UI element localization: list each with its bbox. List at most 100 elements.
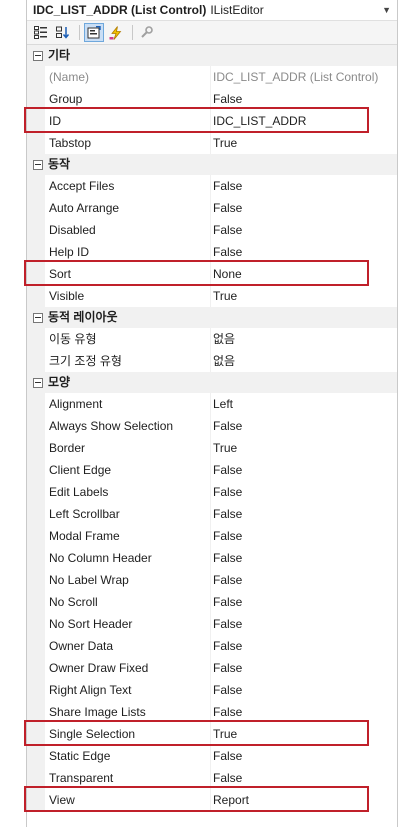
property-name: Owner Draw Fixed <box>45 657 211 679</box>
row-gutter <box>27 328 45 350</box>
property-value[interactable]: None <box>211 263 397 285</box>
property-row-no-scroll[interactable]: No Scroll False <box>27 591 397 613</box>
property-value[interactable]: False <box>211 745 397 767</box>
property-value[interactable]: False <box>211 525 397 547</box>
property-name: No Scroll <box>45 591 211 613</box>
property-value[interactable]: Left <box>211 393 397 415</box>
property-name: Border <box>45 437 211 459</box>
property-row-sort[interactable]: Sort None <box>27 263 397 285</box>
property-value[interactable]: IDC_LIST_ADDR <box>211 110 397 132</box>
property-name: Visible <box>45 285 211 307</box>
row-gutter <box>27 481 45 503</box>
row-gutter <box>27 88 45 110</box>
row-gutter <box>27 437 45 459</box>
property-value[interactable]: False <box>211 175 397 197</box>
alphabetical-button[interactable] <box>53 23 73 42</box>
row-gutter <box>27 569 45 591</box>
property-value[interactable]: False <box>211 241 397 263</box>
property-value[interactable]: True <box>211 132 397 154</box>
property-row-auto-arrange[interactable]: Auto Arrange False <box>27 197 397 219</box>
collapse-icon[interactable] <box>33 377 43 388</box>
row-gutter <box>27 350 45 372</box>
property-row-border[interactable]: Border True <box>27 437 397 459</box>
row-gutter <box>27 635 45 657</box>
properties-icon <box>87 26 101 39</box>
property-value[interactable]: True <box>211 285 397 307</box>
property-value[interactable]: False <box>211 657 397 679</box>
property-row-disabled[interactable]: Disabled False <box>27 219 397 241</box>
property-row-transparent[interactable]: Transparent False <box>27 767 397 789</box>
property-name: Right Align Text <box>45 679 211 701</box>
property-row-share-image-lists[interactable]: Share Image Lists False <box>27 701 397 723</box>
property-value[interactable]: False <box>211 547 397 569</box>
property-row-no-column-header[interactable]: No Column Header False <box>27 547 397 569</box>
collapse-icon[interactable] <box>33 312 43 323</box>
property-value[interactable]: False <box>211 459 397 481</box>
property-value[interactable]: False <box>211 613 397 635</box>
row-gutter <box>27 285 45 307</box>
category-header[interactable]: 동작 <box>27 154 397 175</box>
chevron-down-icon[interactable]: ▼ <box>382 0 391 20</box>
property-row-static-edge[interactable]: Static Edge False <box>27 745 397 767</box>
property-row-right-align-text[interactable]: Right Align Text False <box>27 679 397 701</box>
property-value[interactable]: IDC_LIST_ADDR (List Control) <box>211 66 397 88</box>
property-row-item[interactable]: 크기 조정 유형 없음 <box>27 350 397 372</box>
categorized-button[interactable] <box>31 23 51 42</box>
category-header[interactable]: 모양 <box>27 372 397 393</box>
property-value[interactable]: False <box>211 679 397 701</box>
property-name: View <box>45 789 211 811</box>
row-gutter <box>27 701 45 723</box>
property-value[interactable]: True <box>211 437 397 459</box>
property-row-name[interactable]: (Name) IDC_LIST_ADDR (List Control) <box>27 66 397 88</box>
property-row-accept-files[interactable]: Accept Files False <box>27 175 397 197</box>
property-value[interactable]: False <box>211 767 397 789</box>
row-gutter <box>27 197 45 219</box>
property-row-modal-frame[interactable]: Modal Frame False <box>27 525 397 547</box>
category-header[interactable]: 동적 레이아웃 <box>27 307 397 328</box>
property-name: Auto Arrange <box>45 197 211 219</box>
property-value[interactable]: 없음 <box>211 350 397 372</box>
category-header[interactable]: 기타 <box>27 45 397 66</box>
property-value[interactable]: False <box>211 503 397 525</box>
property-row-id[interactable]: ID IDC_LIST_ADDR <box>27 110 397 132</box>
object-selector[interactable]: IDC_LIST_ADDR (List Control) IListEditor … <box>27 0 397 21</box>
property-value[interactable]: False <box>211 701 397 723</box>
row-gutter <box>27 219 45 241</box>
properties-button[interactable] <box>84 23 104 42</box>
property-value[interactable]: False <box>211 88 397 110</box>
property-value[interactable]: False <box>211 197 397 219</box>
property-row-client-edge[interactable]: Client Edge False <box>27 459 397 481</box>
property-value[interactable]: Report <box>211 789 397 811</box>
property-row-help-id[interactable]: Help ID False <box>27 241 397 263</box>
property-row-alignment[interactable]: Alignment Left <box>27 393 397 415</box>
property-row-no-label-wrap[interactable]: No Label Wrap False <box>27 569 397 591</box>
property-name: Help ID <box>45 241 211 263</box>
property-row-owner-data[interactable]: Owner Data False <box>27 635 397 657</box>
property-pages-button[interactable] <box>137 23 157 42</box>
property-row-view[interactable]: View Report <box>27 789 397 811</box>
property-row-no-sort-header[interactable]: No Sort Header False <box>27 613 397 635</box>
property-value[interactable]: False <box>211 219 397 241</box>
property-value[interactable]: False <box>211 481 397 503</box>
property-value[interactable]: 없음 <box>211 328 397 350</box>
property-value[interactable]: True <box>211 723 397 745</box>
property-value[interactable]: False <box>211 415 397 437</box>
property-value[interactable]: False <box>211 635 397 657</box>
property-row-single-selection[interactable]: Single Selection True <box>27 723 397 745</box>
property-value[interactable]: False <box>211 569 397 591</box>
property-row-visible[interactable]: Visible True <box>27 285 397 307</box>
property-row-tabstop[interactable]: Tabstop True <box>27 132 397 154</box>
events-button[interactable] <box>106 23 126 42</box>
property-row-always-show-selection[interactable]: Always Show Selection False <box>27 415 397 437</box>
collapse-icon[interactable] <box>33 159 43 170</box>
property-row-item[interactable]: 이동 유형 없음 <box>27 328 397 350</box>
row-gutter <box>27 459 45 481</box>
property-row-owner-draw-fixed[interactable]: Owner Draw Fixed False <box>27 657 397 679</box>
collapse-icon[interactable] <box>33 50 43 61</box>
property-row-group[interactable]: Group False <box>27 88 397 110</box>
property-name: Always Show Selection <box>45 415 211 437</box>
property-row-edit-labels[interactable]: Edit Labels False <box>27 481 397 503</box>
property-value[interactable]: False <box>211 591 397 613</box>
row-gutter <box>27 503 45 525</box>
property-row-left-scrollbar[interactable]: Left Scrollbar False <box>27 503 397 525</box>
